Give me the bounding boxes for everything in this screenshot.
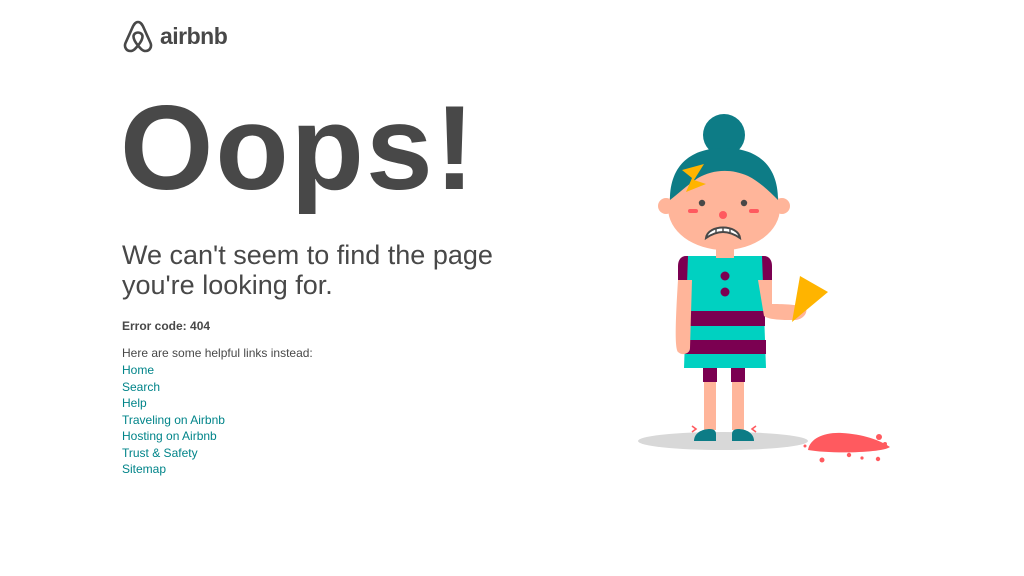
help-link[interactable]: Help (122, 396, 147, 410)
crying-girl-dropped-ice-cream-illustration (638, 114, 890, 463)
list-item: Sitemap (122, 461, 225, 478)
page-title: Oops! (120, 81, 477, 215)
ground-shadow (638, 432, 808, 450)
list-item: Traveling on Airbnb (122, 412, 225, 429)
helpful-links-list: Home Search Help Traveling on Airbnb Hos… (122, 362, 225, 478)
list-item: Search (122, 379, 225, 396)
melted-ice-cream (803, 432, 890, 463)
traveling-link[interactable]: Traveling on Airbnb (122, 413, 225, 427)
trust-safety-link[interactable]: Trust & Safety (122, 446, 198, 460)
home-link[interactable]: Home (122, 363, 154, 377)
ice-cream-cone (792, 276, 828, 322)
error-message: We can't seem to find the page you're lo… (122, 240, 493, 300)
brand-wordmark: airbnb (160, 23, 228, 49)
error-code: Error code: 404 (122, 319, 211, 333)
legs (703, 366, 745, 430)
list-item: Trust & Safety (122, 445, 225, 462)
list-item: Hosting on Airbnb (122, 428, 225, 445)
list-item: Help (122, 395, 225, 412)
search-link[interactable]: Search (122, 380, 160, 394)
sitemap-link[interactable]: Sitemap (122, 462, 166, 476)
airbnb-logo-link[interactable]: airbnb (122, 19, 228, 54)
error-page: airbnb Oops! We can't seem to find the p… (0, 0, 1024, 576)
hosting-link[interactable]: Hosting on Airbnb (122, 429, 217, 443)
dress (678, 256, 772, 368)
list-item: Home (122, 362, 225, 379)
left-arm (675, 280, 692, 355)
head (658, 114, 790, 250)
airbnb-belo-icon (123, 20, 153, 53)
helpful-links-intro: Here are some helpful links instead: (122, 346, 313, 360)
